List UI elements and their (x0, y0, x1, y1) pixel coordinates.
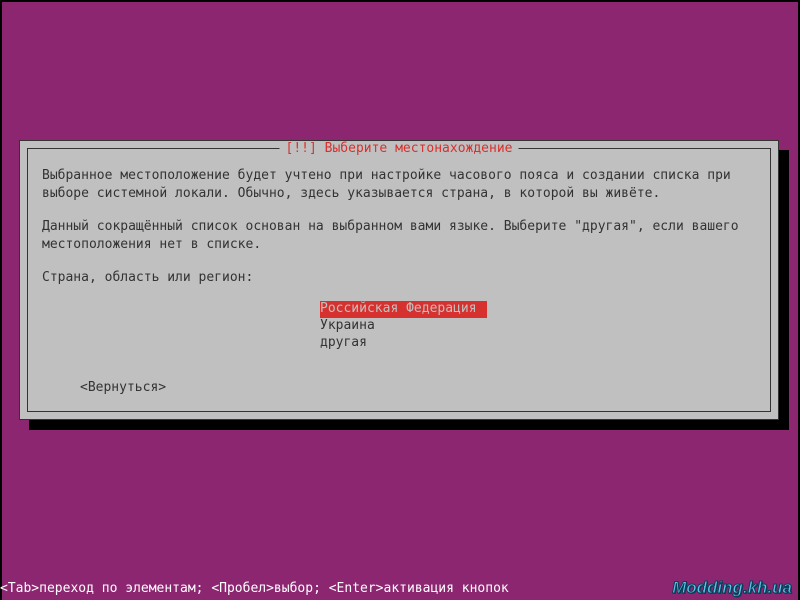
dialog-title: Выберите местонахождение (325, 141, 513, 156)
dialog-inner-border: [!!] Выберите местонахождение Выбранное … (27, 148, 771, 412)
screen-top-border (0, 0, 800, 2)
watermark: Modding.kh.ua (672, 578, 792, 598)
dialog-paragraph-2: Данный сокращённый список основан на выб… (42, 218, 756, 253)
dialog-prompt-label: Страна, область или регион: (42, 269, 756, 287)
dialog-title-wrap: [!!] Выберите местонахождение (280, 141, 519, 156)
location-option-other[interactable]: другая (320, 335, 367, 352)
location-option-list: Российская Федерация Украина другая (320, 301, 756, 352)
back-button[interactable]: <Вернуться> (80, 379, 756, 397)
location-option-ukraine[interactable]: Украина (320, 318, 375, 335)
dialog-paragraph-1: Выбранное местоположение будет учтено пр… (42, 167, 756, 202)
dialog-body: Выбранное местоположение будет учтено пр… (28, 149, 770, 409)
location-option-russia[interactable]: Российская Федерация (320, 301, 487, 318)
dialog-title-prefix: [!!] (286, 141, 317, 156)
footer-key-hints: <Tab>переход по элементам; <Пробел>выбор… (0, 581, 509, 596)
location-dialog: [!!] Выберите местонахождение Выбранное … (19, 140, 779, 420)
screen-left-border (0, 0, 2, 600)
